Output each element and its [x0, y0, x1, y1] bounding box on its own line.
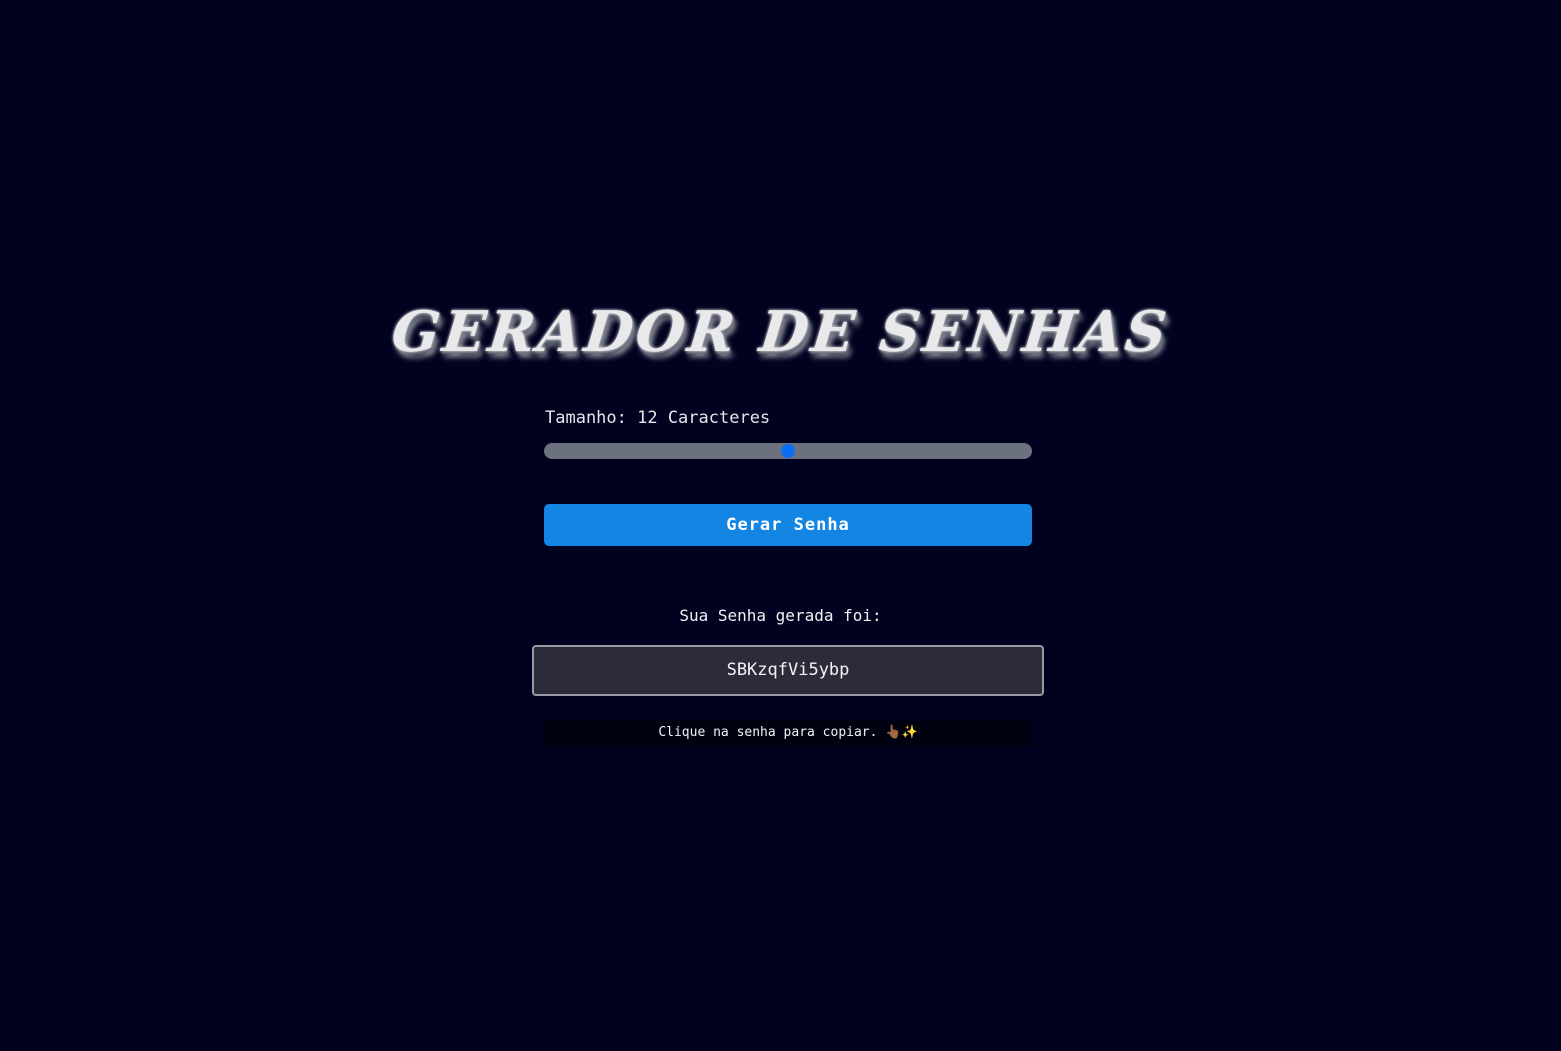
result-label: Sua Senha gerada foi:	[679, 606, 882, 625]
length-label: Tamanho: 12 Caracteres	[545, 408, 771, 428]
generate-password-button[interactable]: Gerar Senha	[544, 504, 1032, 546]
copy-hint: Clique na senha para copiar. 👆🏾✨	[544, 719, 1032, 747]
length-slider[interactable]	[544, 443, 1032, 459]
page-title: GERADOR DE SENHAS	[388, 299, 1173, 365]
password-generator-page: GERADOR DE SENHAS Tamanho: 12 Caracteres…	[0, 0, 1561, 1051]
generated-password[interactable]: SBKzqfVi5ybp	[532, 645, 1044, 696]
slider-thumb[interactable]	[781, 444, 795, 458]
